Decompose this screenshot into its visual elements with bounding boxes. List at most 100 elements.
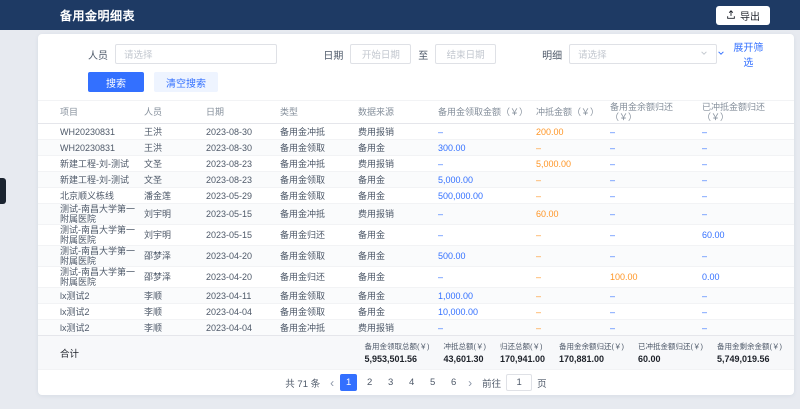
chevron-down-icon xyxy=(700,49,708,60)
amount-cell: – xyxy=(702,251,790,261)
next-page-button[interactable]: › xyxy=(466,377,474,389)
summary-item-value: 170,881.00 xyxy=(559,354,624,364)
detail-filter-label: 明细 xyxy=(542,47,562,62)
project-cell: 测试-南昌大学第一附属医院 xyxy=(60,204,144,224)
project-cell: WH20230831 xyxy=(60,143,144,153)
date-cell: 2023-04-04 xyxy=(206,307,280,317)
page-button-2[interactable]: 2 xyxy=(361,374,378,391)
project-cell: 新建工程-刘-测试 xyxy=(60,175,144,185)
export-button[interactable]: 导出 xyxy=(716,6,770,25)
amount-cell: – xyxy=(702,291,790,301)
table-row[interactable]: 新建工程-刘-测试文圣2023-08-23备用金冲抵费用报销–5,000.00–… xyxy=(38,156,794,172)
amount-cell: – xyxy=(610,209,702,219)
table-row[interactable]: 测试-南昌大学第一附属医院刘宇明2023-05-15备用金冲抵费用报销–60.0… xyxy=(38,204,794,225)
column-header: 冲抵金额（￥） xyxy=(536,107,610,117)
pager: ‹ 123456 › xyxy=(328,374,474,391)
page-button-5[interactable]: 5 xyxy=(424,374,441,391)
date-cell: 2023-05-15 xyxy=(206,209,280,219)
pagination-bar: 共 71 条 ‹ 123456 › 前往 页 xyxy=(38,369,794,395)
table-row[interactable]: 新建工程-刘-测试文圣2023-08-23备用金领取备用金5,000.00––– xyxy=(38,172,794,188)
summary-item: 冲抵总额(￥)43,601.30 xyxy=(443,341,486,364)
goto-page-input[interactable] xyxy=(506,374,532,391)
person-cell: 王洪 xyxy=(144,143,206,153)
table-row[interactable]: 测试-南昌大学第一附属医院邵梦泽2023-04-20备用金领取备用金500.00… xyxy=(38,246,794,267)
prev-page-button[interactable]: ‹ xyxy=(328,377,336,389)
amount-cell: 60.00 xyxy=(702,230,790,240)
amount-cell: – xyxy=(610,159,702,169)
detail-select[interactable]: 请选择 xyxy=(569,44,717,64)
amount-cell: – xyxy=(438,272,536,282)
column-header: 数据来源 xyxy=(358,107,438,117)
table-row[interactable]: lx测试2李顺2023-04-04备用金冲抵费用报销–––– xyxy=(38,320,794,335)
source-cell: 备用金 xyxy=(358,272,438,282)
date-cell: 2023-08-23 xyxy=(206,159,280,169)
summary-total-label: 合计 xyxy=(60,346,79,360)
summary-item-value: 5,749,019.56 xyxy=(717,354,782,364)
amount-cell: 0.00 xyxy=(702,272,790,282)
project-cell: 新建工程-刘-测试 xyxy=(60,159,144,169)
table-row[interactable]: WH20230831王洪2023-08-30备用金领取备用金300.00––– xyxy=(38,140,794,156)
date-filter: 日期 开始日期 至 结束日期 xyxy=(323,44,496,64)
source-cell: 备用金 xyxy=(358,291,438,301)
expand-filters-button[interactable]: 展开筛选 xyxy=(717,39,768,69)
page-button-4[interactable]: 4 xyxy=(403,374,420,391)
amount-cell: 500.00 xyxy=(438,251,536,261)
page-button-6[interactable]: 6 xyxy=(445,374,462,391)
amount-cell: 300.00 xyxy=(438,143,536,153)
amount-cell: – xyxy=(438,209,536,219)
table-row[interactable]: lx测试2李顺2023-04-11备用金领取备用金1,000.00––– xyxy=(38,288,794,304)
amount-cell: – xyxy=(702,175,790,185)
amount-cell: – xyxy=(536,143,610,153)
page-button-3[interactable]: 3 xyxy=(382,374,399,391)
project-cell: lx测试2 xyxy=(60,323,144,333)
column-header: 备用金领取金额（￥） xyxy=(438,107,536,117)
expand-filters-label: 展开筛选 xyxy=(729,39,768,69)
person-cell: 邵梦泽 xyxy=(144,251,206,261)
summary-item: 备用金余额归还(￥)170,881.00 xyxy=(559,341,624,364)
project-cell: lx测试2 xyxy=(60,307,144,317)
amount-cell: – xyxy=(610,251,702,261)
amount-cell: – xyxy=(610,291,702,301)
table-row[interactable]: WH20230831王洪2023-08-30备用金冲抵费用报销–200.00–– xyxy=(38,124,794,140)
date-separator: 至 xyxy=(418,47,428,62)
source-cell: 备用金 xyxy=(358,143,438,153)
column-header: 备用金余额归还（￥） xyxy=(610,102,702,122)
export-icon xyxy=(726,10,736,20)
filter-actions: 搜索 清空搜索 xyxy=(88,72,768,92)
amount-cell: – xyxy=(438,159,536,169)
amount-cell: 10,000.00 xyxy=(438,307,536,317)
chevron-down-icon xyxy=(717,49,725,60)
amount-cell: – xyxy=(536,307,610,317)
date-cell: 2023-08-23 xyxy=(206,175,280,185)
table-row[interactable]: 北京顺义栋线潘金莲2023-05-29备用金领取备用金500,000.00––– xyxy=(38,188,794,204)
date-start-input[interactable]: 开始日期 xyxy=(350,44,411,64)
person-select[interactable]: 请选择 xyxy=(115,44,277,64)
amount-cell: – xyxy=(610,127,702,137)
amount-cell: – xyxy=(610,143,702,153)
type-cell: 备用金冲抵 xyxy=(280,209,358,219)
page-button-1[interactable]: 1 xyxy=(340,374,357,391)
source-cell: 费用报销 xyxy=(358,209,438,219)
table-row[interactable]: 测试-南昌大学第一附属医院邵梦泽2023-04-20备用金归还备用金––100.… xyxy=(38,267,794,288)
summary-item-value: 5,953,501.56 xyxy=(364,354,429,364)
project-cell: 测试-南昌大学第一附属医院 xyxy=(60,267,144,287)
date-cell: 2023-08-30 xyxy=(206,143,280,153)
amount-cell: – xyxy=(702,191,790,201)
filter-bar: 人员 请选择 日期 开始日期 至 结束日期 明细 请选择 xyxy=(88,44,768,64)
drawer-handle[interactable] xyxy=(0,178,6,204)
page-list: 123456 xyxy=(340,374,462,391)
goto-label: 前往 xyxy=(482,376,501,390)
date-end-input[interactable]: 结束日期 xyxy=(435,44,496,64)
amount-cell: – xyxy=(438,230,536,240)
table-row[interactable]: lx测试2李顺2023-04-04备用金领取备用金10,000.00––– xyxy=(38,304,794,320)
table-body: WH20230831王洪2023-08-30备用金冲抵费用报销–200.00––… xyxy=(38,124,794,335)
table-row[interactable]: 测试-南昌大学第一附属医院刘宇明2023-05-15备用金归还备用金–––60.… xyxy=(38,225,794,246)
source-cell: 备用金 xyxy=(358,307,438,317)
clear-search-button[interactable]: 清空搜索 xyxy=(154,72,218,92)
type-cell: 备用金领取 xyxy=(280,251,358,261)
source-cell: 费用报销 xyxy=(358,323,438,333)
search-button[interactable]: 搜索 xyxy=(88,72,144,92)
content-card: 人员 请选择 日期 开始日期 至 结束日期 明细 请选择 xyxy=(38,34,794,395)
person-filter: 人员 请选择 xyxy=(88,44,277,64)
person-cell: 刘宇明 xyxy=(144,209,206,219)
